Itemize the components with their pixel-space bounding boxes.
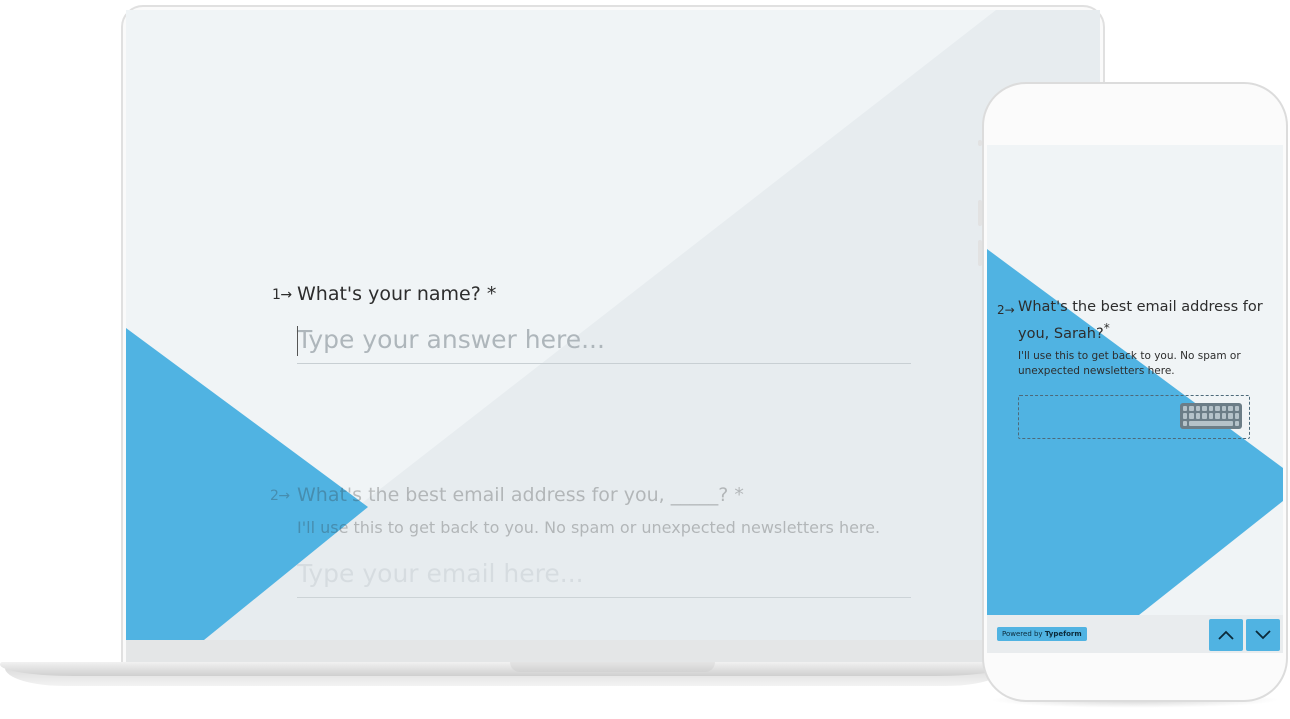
name-input-placeholder: Type your answer here... — [297, 325, 605, 354]
laptop-base — [0, 662, 1010, 676]
question-1-number: 1→ — [272, 287, 292, 303]
question-2-title: What's the best email address for you, _… — [297, 484, 744, 506]
previous-question-button[interactable] — [1209, 619, 1243, 651]
phone-question-title: What's the best email address for you, S… — [1018, 299, 1263, 342]
chevron-up-icon — [1218, 630, 1234, 640]
email-input[interactable]: Type your email here... — [297, 554, 911, 598]
phone-volume-down — [978, 240, 982, 266]
powered-by-badge[interactable]: Powered by Typeform — [997, 627, 1087, 641]
chevron-down-icon — [1255, 630, 1271, 640]
laptop-notch — [510, 662, 715, 672]
phone-footer: Powered by Typeform — [987, 615, 1283, 653]
laptop-screen: 1→ What's your name? * Type your answer … — [126, 10, 1100, 640]
laptop-bottom-bezel — [126, 640, 1100, 664]
phone-question-description: I'll use this to get back to you. No spa… — [1018, 350, 1241, 377]
name-input[interactable]: Type your answer here... — [297, 320, 911, 364]
question-2-description: I'll use this to get back to you. No spa… — [297, 518, 881, 537]
question-2-number: 2→ — [270, 488, 290, 504]
phone-screen: 2→ What's the best email address for you… — [987, 145, 1283, 653]
phone-question-number: 2→ — [997, 303, 1015, 317]
required-mark: * — [1103, 321, 1110, 335]
phone-volume-up — [978, 200, 982, 226]
phone-side-button — [978, 140, 982, 146]
keyboard-icon — [1180, 403, 1242, 429]
question-1-title: What's your name? * — [297, 283, 497, 305]
email-input-placeholder: Type your email here... — [297, 559, 584, 588]
next-question-button[interactable] — [1246, 619, 1280, 651]
text-caret — [297, 326, 298, 356]
